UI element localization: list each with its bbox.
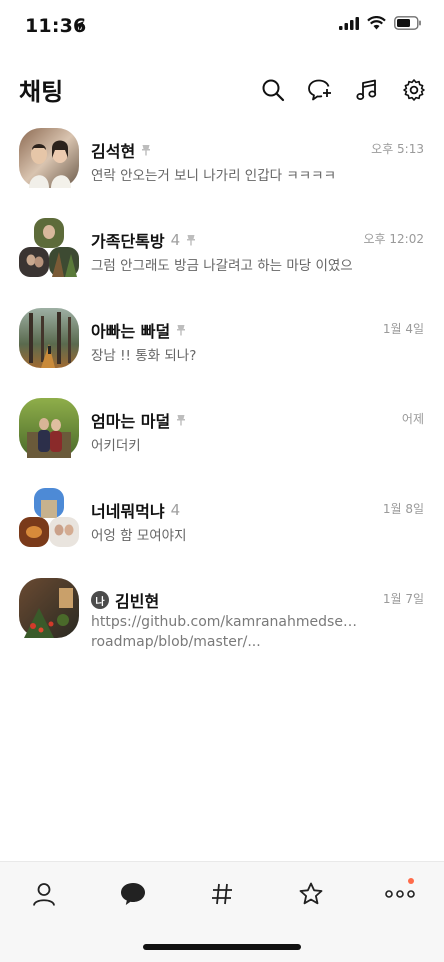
- chat-message: 그럼 안그래도 방금 나갈려고 하는 마당 이였으: [91, 258, 353, 274]
- location-arrow-icon: [74, 21, 84, 31]
- pin-icon: [177, 325, 186, 336]
- tab-hashtag[interactable]: [192, 876, 252, 912]
- pin-icon: [177, 415, 186, 426]
- signal-icon: [339, 16, 359, 30]
- chat-row[interactable]: 아빠는 빠덜 1월 4일 장남 !! 통화 되나?: [0, 308, 444, 398]
- chat-time: 1월 7일: [382, 592, 424, 606]
- chat-list: 김석현 오후 5:13 연락 안오는거 보니 나가리 인갑다 ㅋㅋㅋㅋ 가족단톡…: [0, 128, 444, 668]
- new-chat-button[interactable]: [304, 74, 336, 106]
- notification-dot: [407, 878, 414, 884]
- chat-message: 연락 안오는거 보니 나가리 인갑다 ㅋㅋㅋㅋ: [91, 168, 337, 184]
- star-icon: [299, 882, 323, 905]
- group-avatar: [19, 218, 79, 277]
- status-bar: 11:36: [0, 0, 444, 54]
- hashtag-icon: [211, 883, 232, 905]
- chat-row[interactable]: 나 김빈현 1월 7일 https://github.com/kamranahm…: [0, 578, 444, 668]
- chat-message: 어키더키: [91, 438, 141, 454]
- pin-icon: [142, 145, 151, 156]
- chat-name: 김석현: [91, 142, 136, 161]
- tab-more[interactable]: [370, 876, 430, 912]
- search-icon: [262, 79, 285, 102]
- chat-name: 김빈현: [115, 592, 160, 611]
- new-chat-icon: [308, 79, 331, 101]
- chat-name-row: 가족단톡방 4: [91, 228, 196, 252]
- chat-name-row: 나 김빈현: [91, 588, 159, 612]
- music-icon: [356, 79, 377, 100]
- search-button[interactable]: [257, 74, 289, 106]
- chat-row[interactable]: 가족단톡방 4 오후 12:02 그럼 안그래도 방금 나갈려고 하는 마당 이…: [0, 218, 444, 308]
- home-indicator[interactable]: [143, 944, 301, 950]
- page-title: 채팅: [19, 78, 64, 106]
- chat-name: 엄마는 마덜: [91, 412, 171, 431]
- chat-message: 장남 !! 통화 되나?: [91, 348, 197, 364]
- chat-name: 가족단톡방: [91, 232, 165, 251]
- chat-name: 너네뭐먹냐: [91, 502, 165, 521]
- chat-time: 어제: [401, 412, 424, 426]
- chat-time: 오후 12:02: [363, 232, 424, 246]
- wifi-icon: [367, 16, 386, 30]
- settings-icon: [403, 79, 425, 101]
- chat-header: 채팅: [0, 62, 444, 118]
- tab-friends[interactable]: [14, 876, 74, 912]
- chat-row[interactable]: 엄마는 마덜 어제 어키더키: [0, 398, 444, 488]
- tab-chats[interactable]: [103, 876, 163, 912]
- chat-row[interactable]: 너네뭐먹냐 4 1월 8일 어엉 함 모여야지: [0, 488, 444, 578]
- tab-favorites[interactable]: [281, 876, 341, 912]
- member-count: 4: [170, 501, 181, 519]
- battery-icon: [394, 16, 421, 30]
- chat-avatar: [19, 398, 79, 458]
- chat-avatar: [19, 308, 79, 368]
- settings-button[interactable]: [398, 74, 430, 106]
- member-count: 4: [170, 231, 181, 249]
- chat-avatar: [19, 578, 79, 638]
- chat-name-row: 너네뭐먹냐 4: [91, 498, 180, 522]
- chat-avatar: [19, 128, 79, 188]
- pin-icon: [187, 235, 196, 246]
- friends-icon: [33, 883, 56, 906]
- chat-icon: [121, 883, 146, 905]
- group-avatar: [19, 488, 79, 547]
- chat-row[interactable]: 김석현 오후 5:13 연락 안오는거 보니 나가리 인갑다 ㅋㅋㅋㅋ: [0, 128, 444, 218]
- chat-message: https://github.com/kamranahmedse/develop…: [91, 614, 361, 650]
- more-icon: [384, 890, 415, 898]
- chat-name-row: 아빠는 빠덜: [91, 318, 186, 342]
- chat-time: 1월 8일: [382, 502, 424, 516]
- music-button[interactable]: [351, 74, 383, 106]
- chat-time: 오후 5:13: [371, 142, 424, 156]
- me-badge: 나: [91, 591, 109, 609]
- chat-time: 1월 4일: [382, 322, 424, 336]
- chat-name-row: 엄마는 마덜: [91, 408, 186, 432]
- chat-name-row: 김석현: [91, 138, 151, 162]
- chat-name: 아빠는 빠덜: [91, 322, 171, 341]
- chat-message: 어엉 함 모여야지: [91, 528, 187, 544]
